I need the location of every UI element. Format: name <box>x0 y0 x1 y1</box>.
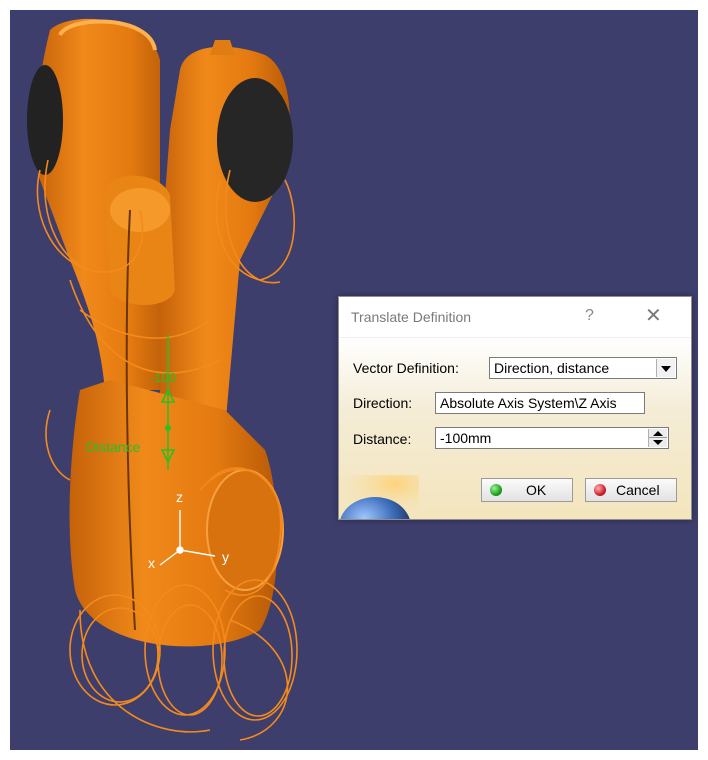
right-arm-link <box>160 40 293 430</box>
dimension-label: Distance <box>86 439 141 455</box>
spin-down-icon[interactable] <box>653 440 663 445</box>
translate-definition-dialog[interactable]: Translate Definition ? ✕ Vector Definiti… <box>338 296 692 520</box>
distance-value: -100mm <box>440 430 492 446</box>
axis-x-label: x <box>148 555 155 571</box>
direction-field[interactable]: Absolute Axis System\Z Axis <box>435 392 645 414</box>
direction-label: Direction: <box>353 395 413 411</box>
distance-spinner[interactable] <box>648 429 667 447</box>
distance-input[interactable]: -100mm <box>435 427 669 449</box>
close-button[interactable]: ✕ <box>645 303 662 327</box>
vector-definition-value: Direction, distance <box>494 360 610 376</box>
direction-value: Absolute Axis System\Z Axis <box>440 395 617 411</box>
distance-label: Distance: <box>353 431 412 447</box>
dialog-body: Vector Definition: Direction, distance D… <box>339 338 691 519</box>
ok-label: OK <box>526 482 547 498</box>
axis-z-label: z <box>176 489 183 505</box>
chevron-down-icon[interactable] <box>656 359 675 377</box>
dialog-title: Translate Definition <box>351 309 472 325</box>
cancel-button[interactable]: Cancel <box>585 478 677 502</box>
dimension-value: -100 <box>150 370 176 385</box>
ok-button[interactable]: OK <box>481 478 573 502</box>
axis-y-label: y <box>222 549 229 565</box>
spin-up-icon[interactable] <box>653 431 663 436</box>
cancel-icon <box>594 484 606 496</box>
catia-logo-icon <box>339 475 419 519</box>
dialog-titlebar[interactable]: Translate Definition ? ✕ <box>339 297 691 337</box>
center-joint <box>105 175 175 305</box>
vector-definition-dropdown[interactable]: Direction, distance <box>489 357 677 379</box>
vector-definition-label: Vector Definition: <box>353 360 459 376</box>
cancel-label: Cancel <box>616 482 660 498</box>
ok-icon <box>490 484 502 496</box>
help-button[interactable]: ? <box>585 307 594 325</box>
